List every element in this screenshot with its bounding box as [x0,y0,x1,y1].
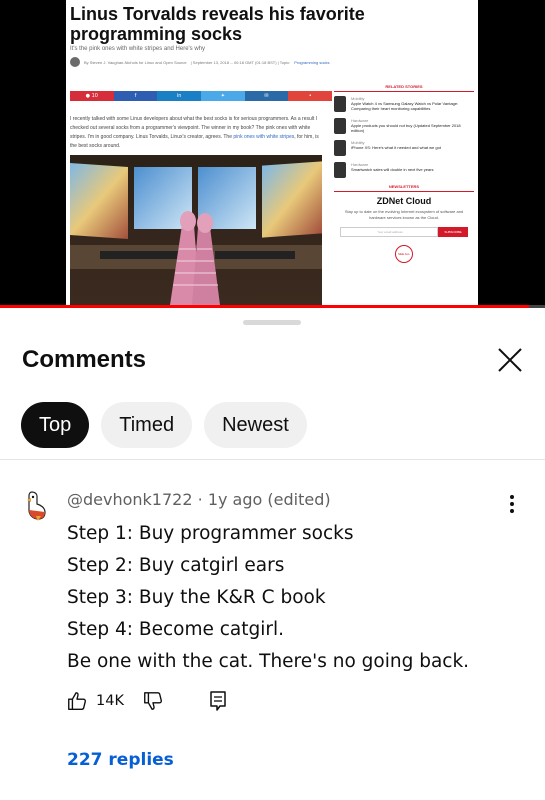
subscribe-row: Your email address SUBSCRIBE [340,227,468,237]
article-screenshot: Linus Torvalds reveals his favorite prog… [66,0,478,305]
share-bar: ● 10 f in ✦ ✉ • [70,91,333,101]
article-byline: By Steven J. Vaughan-Nichols for Linux a… [70,57,330,67]
byline-date: | September 13, 2018 -- 00:18 GMT (01:18… [190,59,291,65]
linkedin-icon: in [176,93,182,99]
body-link: pink ones with white stripes [233,134,295,140]
story-thumbnail [334,140,346,156]
drag-handle[interactable] [243,320,301,325]
chip-top[interactable]: Top [21,402,90,448]
story-title: Smartwatch sales will double in next fiv… [351,167,434,172]
facebook-icon: f [134,93,137,99]
dislike-button[interactable] [142,690,164,712]
linkedin-button: in [157,91,202,101]
meta-separator: · [197,490,203,509]
close-button[interactable] [490,340,530,380]
article-photo [70,155,322,305]
comment-meta: @devhonk1722 · 1y ago (edited) [67,490,331,509]
comment-icon: ● [85,93,91,99]
related-story: Hardware Smartwatch sales will double in… [334,162,474,178]
chip-newest[interactable]: Newest [204,402,307,448]
related-stories-heading: RELATED STORIES [334,84,474,92]
video-player[interactable]: Linus Torvalds reveals his favorite prog… [0,0,545,307]
article-title: Linus Torvalds reveals his favorite prog… [70,4,365,44]
comment-menu-button[interactable] [500,490,524,518]
comment-count: 10 [91,93,98,99]
reply-comment-icon [210,691,226,711]
newsletters-heading: NEWSLETTERS [334,184,474,192]
more-button: • [288,91,333,101]
comment-count-button: ● 10 [70,91,114,101]
comment-time: 1y ago (edited) [207,490,331,509]
close-icon [498,348,522,372]
socks-photo [70,155,322,305]
divider [0,459,545,460]
story-title: Apple products you should not buy (Updat… [351,123,461,133]
twitter-icon: ✦ [220,93,225,99]
email-button: ✉ [244,91,289,101]
article-body: I recently talked with some Linux develo… [70,115,322,151]
view-replies-link[interactable]: 227 replies [67,750,174,770]
newsletter-description: Stay up to date on the evolving Internet… [344,209,464,220]
comment-actions: 14K [66,690,228,712]
thumbs-down-icon [144,692,162,710]
like-button[interactable]: 14K [66,690,142,712]
author-avatar [70,57,80,67]
like-count: 14K [96,693,124,709]
story-thumbnail [334,162,346,178]
related-story: Mobility iPhone XS: Here's what it neede… [334,140,474,156]
avatar[interactable] [18,488,52,522]
byline-author: By Steven J. Vaughan-Nichols for Linux a… [84,59,187,65]
story-title: iPhone XS: Here's what it needed and wha… [351,145,441,150]
comment-text: Step 1: Buy programmer socks Step 2: Buy… [67,518,469,678]
article-subtitle: It's the pink ones with white stripes an… [70,46,206,52]
reply-button[interactable] [208,690,228,712]
comment-author[interactable]: @devhonk1722 [67,490,193,509]
story-thumbnail [334,118,346,134]
story-thumbnail [334,96,346,112]
facebook-button: f [113,91,158,101]
email-icon: ✉ [264,93,269,99]
byline-topic: Programming socks [294,59,330,65]
article-sidebar: RELATED STORIES Mobility Apple Watch 4 v… [334,84,474,263]
comment-line: Step 1: Buy programmer socks [67,523,354,544]
twitter-button: ✦ [201,91,245,101]
related-story: Hardware Apple products you should not b… [334,118,474,134]
comments-panel: Comments Top Timed Newest @devhonk1722 ·… [0,308,545,800]
see-all-button: SEE ALL [395,245,413,263]
comment-line: Step 2: Buy catgirl ears [67,555,285,576]
more-icon: • [308,93,312,99]
chip-timed[interactable]: Timed [101,402,193,448]
comment-sort-chips: Top Timed Newest [21,402,307,448]
thumbs-up-icon [68,692,86,710]
newsletter-name: ZDNet Cloud [376,196,432,206]
related-story: Mobility Apple Watch 4 vs Samsung Galaxy… [334,96,474,112]
comment-line: Step 4: Become catgirl. [67,619,285,640]
goose-avatar-icon [18,488,52,522]
story-title: Apple Watch 4 vs Samsung Galaxy Watch vs… [351,101,459,111]
comment-line: Step 3: Buy the K&R C book [67,587,326,608]
more-vert-icon [510,495,514,513]
comment-line: Be one with the cat. There's no going ba… [67,651,470,672]
newsletter-box: NEWSLETTERS ZDNet Cloud Stay up to date … [334,184,474,263]
email-field: Your email address [340,227,438,237]
comments-title: Comments [22,346,147,373]
subscribe-button: SUBSCRIBE [438,227,468,237]
